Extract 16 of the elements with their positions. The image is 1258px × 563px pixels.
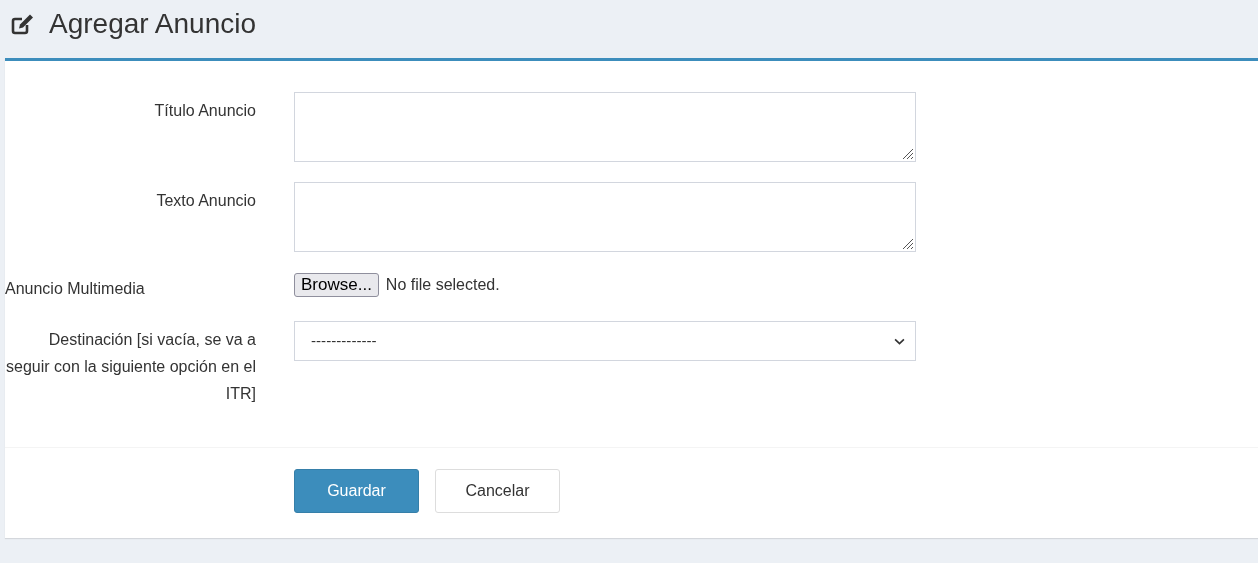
field-label: Texto Anuncio (155, 191, 257, 211)
field-label: Anuncio Multimedia (5, 278, 146, 299)
save-button[interactable]: Guardar (294, 469, 419, 513)
text-area[interactable] (294, 182, 916, 252)
field-label: Título Anuncio (153, 101, 257, 121)
cancel-button[interactable]: Cancelar (435, 469, 560, 513)
destination-select[interactable]: ------------- (294, 321, 916, 361)
resize-grip-icon (900, 146, 914, 160)
file-status: No file selected. (385, 276, 500, 294)
field-label: Destinación [si vacía, se va a seguir con la siguiente opción en el ITR] (5, 330, 257, 404)
browse-button[interactable]: Browse... (294, 273, 379, 297)
edit-icon (9, 12, 35, 37)
chevron-down-icon (894, 337, 905, 345)
resize-grip-icon (900, 236, 914, 250)
text-area[interactable] (294, 92, 916, 162)
page-title: Agregar Anuncio (49, 7, 257, 40)
